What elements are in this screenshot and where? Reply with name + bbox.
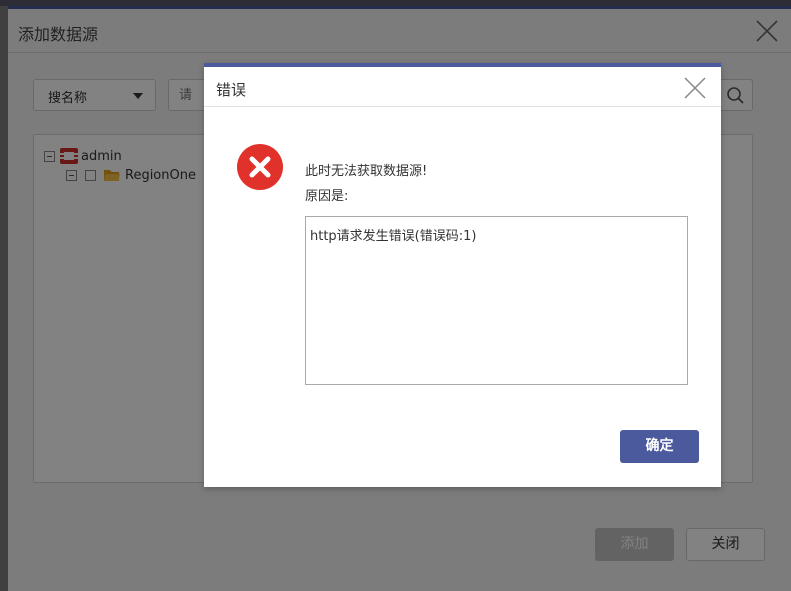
close-icon[interactable] [683, 76, 707, 100]
error-message: 此时无法获取数据源! [305, 164, 428, 179]
error-reason-label: 原因是: [305, 189, 349, 204]
error-dialog-title: 错误 [216, 81, 247, 99]
error-dialog: 错误 此时无法获取数据源! 原因是: http请求发生错误(错误码:1) 确定 [204, 63, 721, 487]
error-detail-textarea[interactable]: http请求发生错误(错误码:1) [305, 216, 688, 385]
ok-button[interactable]: 确定 [620, 430, 699, 463]
header-divider [204, 106, 721, 107]
error-icon [237, 144, 283, 190]
